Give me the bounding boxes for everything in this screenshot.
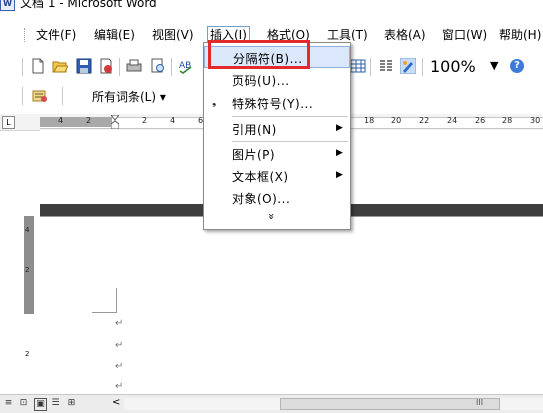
reading-view-icon[interactable]: ⊞ bbox=[66, 398, 77, 409]
toolbar-separator bbox=[119, 58, 120, 76]
table-icon[interactable] bbox=[350, 58, 366, 74]
ruler-tick: 28 bbox=[502, 116, 513, 125]
save-icon[interactable] bbox=[76, 58, 92, 74]
symbol-icon: ❟ bbox=[212, 95, 217, 108]
menu-window[interactable]: 窗口(W) bbox=[440, 27, 489, 43]
menu-item-label: 文本框(X) bbox=[232, 170, 289, 184]
menu-item-label: 页码(U)... bbox=[232, 74, 290, 88]
normal-view-icon[interactable]: ≡ bbox=[3, 398, 14, 409]
ruler-tick: 4 bbox=[170, 116, 176, 125]
print-icon[interactable] bbox=[126, 58, 142, 74]
menu-item-special-symbols[interactable]: ❟ 特殊符号(Y)... bbox=[204, 92, 350, 114]
submenu-arrow-icon: ▶ bbox=[336, 170, 343, 180]
expand-menu-icon[interactable]: » bbox=[265, 213, 278, 220]
menu-separator bbox=[232, 116, 348, 117]
toolbar-grip[interactable] bbox=[22, 87, 23, 105]
indent-marker-icon[interactable] bbox=[111, 115, 119, 129]
outline-view-icon[interactable]: ☰ bbox=[50, 398, 61, 409]
scrollbar-thumb[interactable] bbox=[280, 398, 500, 410]
help-icon[interactable]: ? bbox=[510, 59, 524, 73]
paragraph-mark-icon: ↵ bbox=[115, 318, 124, 329]
columns-icon[interactable] bbox=[378, 58, 394, 74]
toolbar-separator bbox=[422, 58, 423, 76]
menu-item-picture[interactable]: 图片(P) ▶ bbox=[204, 143, 350, 165]
menu-item-label: 对象(O)... bbox=[232, 192, 291, 206]
menu-separator bbox=[232, 141, 348, 142]
scrollbar-grip: III bbox=[476, 398, 484, 407]
title-bar: W 文档 1 - Microsoft Word bbox=[0, 0, 543, 14]
paragraph-mark-icon: ↵ bbox=[115, 340, 124, 351]
autotext-icon[interactable] bbox=[32, 89, 48, 103]
margin-corner-mark bbox=[92, 288, 117, 313]
permission-icon[interactable] bbox=[98, 58, 114, 74]
ruler-tick: 20 bbox=[391, 116, 402, 125]
ruler-tick: 26 bbox=[475, 116, 486, 125]
menu-item-reference[interactable]: 引用(N) ▶ bbox=[204, 118, 350, 140]
highlight-annotation bbox=[208, 40, 310, 69]
paragraph-mark-icon: ↵ bbox=[115, 381, 124, 392]
toolbar-grip[interactable] bbox=[22, 58, 23, 76]
ruler-tick: 2 bbox=[142, 116, 148, 125]
vruler-tick: 4 bbox=[25, 226, 30, 234]
toolbar-separator bbox=[171, 58, 172, 76]
web-view-icon[interactable]: ⊡ bbox=[18, 398, 29, 409]
ruler-tick: 22 bbox=[419, 116, 430, 125]
window-title: 文档 1 - Microsoft Word bbox=[20, 0, 157, 10]
svg-text:AB: AB bbox=[179, 61, 191, 71]
menu-table[interactable]: 表格(A) bbox=[382, 27, 428, 43]
menu-view[interactable]: 视图(V) bbox=[150, 27, 196, 43]
ruler-tick: 30 bbox=[530, 116, 541, 125]
menu-help[interactable]: 帮助(H) bbox=[497, 27, 543, 43]
insert-menu-dropdown: 分隔符(B)... 页码(U)... ❟ 特殊符号(Y)... 引用(N) ▶ … bbox=[203, 42, 351, 230]
new-doc-icon[interactable] bbox=[30, 58, 46, 74]
menu-tools[interactable]: 工具(T) bbox=[325, 27, 370, 43]
scroll-left-icon[interactable]: < bbox=[112, 397, 120, 408]
chevron-down-icon[interactable]: ▼ bbox=[490, 59, 498, 72]
menu-item-text-box[interactable]: 文本框(X) ▶ bbox=[204, 165, 350, 187]
drawing-icon[interactable] bbox=[400, 58, 416, 74]
toolbar-separator bbox=[370, 58, 371, 76]
paragraph-mark-icon: ↵ bbox=[115, 361, 124, 372]
spelling-icon[interactable]: AB bbox=[178, 58, 194, 74]
menu-item-label: 特殊符号(Y)... bbox=[232, 97, 314, 111]
autotext-dropdown[interactable]: 所有词条(L) ▾ bbox=[92, 88, 166, 105]
open-icon[interactable] bbox=[52, 58, 68, 74]
menu-item-label: 引用(N) bbox=[232, 123, 277, 137]
tab-selector-icon[interactable]: L bbox=[2, 116, 15, 129]
submenu-arrow-icon: ▶ bbox=[336, 148, 343, 158]
ruler-tick: 18 bbox=[364, 116, 375, 125]
toolbar-separator bbox=[62, 87, 63, 105]
vruler-tick: 2 bbox=[25, 350, 30, 358]
menu-item-object[interactable]: 对象(O)... bbox=[204, 187, 350, 209]
ruler-tick: 2 bbox=[86, 116, 92, 125]
view-bar: ≡ ⊡ ▣ ☰ ⊞ < III bbox=[0, 394, 543, 413]
ruler-margin bbox=[40, 117, 112, 127]
zoom-select[interactable]: 100% bbox=[430, 57, 476, 76]
vruler-tick: 2 bbox=[25, 266, 30, 274]
menu-edit[interactable]: 编辑(E) bbox=[92, 27, 137, 43]
menu-file[interactable]: 文件(F) bbox=[34, 27, 78, 43]
menubar-grip[interactable] bbox=[24, 28, 27, 42]
print-layout-icon[interactable]: ▣ bbox=[34, 398, 47, 411]
print-preview-icon[interactable] bbox=[150, 58, 166, 74]
ruler-tick: 24 bbox=[447, 116, 458, 125]
menu-item-page-numbers[interactable]: 页码(U)... bbox=[204, 69, 350, 91]
vertical-ruler[interactable]: 4 2 2 bbox=[22, 216, 36, 394]
word-doc-icon: W bbox=[0, 0, 15, 11]
menu-item-label: 图片(P) bbox=[232, 148, 276, 162]
submenu-arrow-icon: ▶ bbox=[336, 123, 343, 133]
ruler-tick: 4 bbox=[58, 116, 64, 125]
